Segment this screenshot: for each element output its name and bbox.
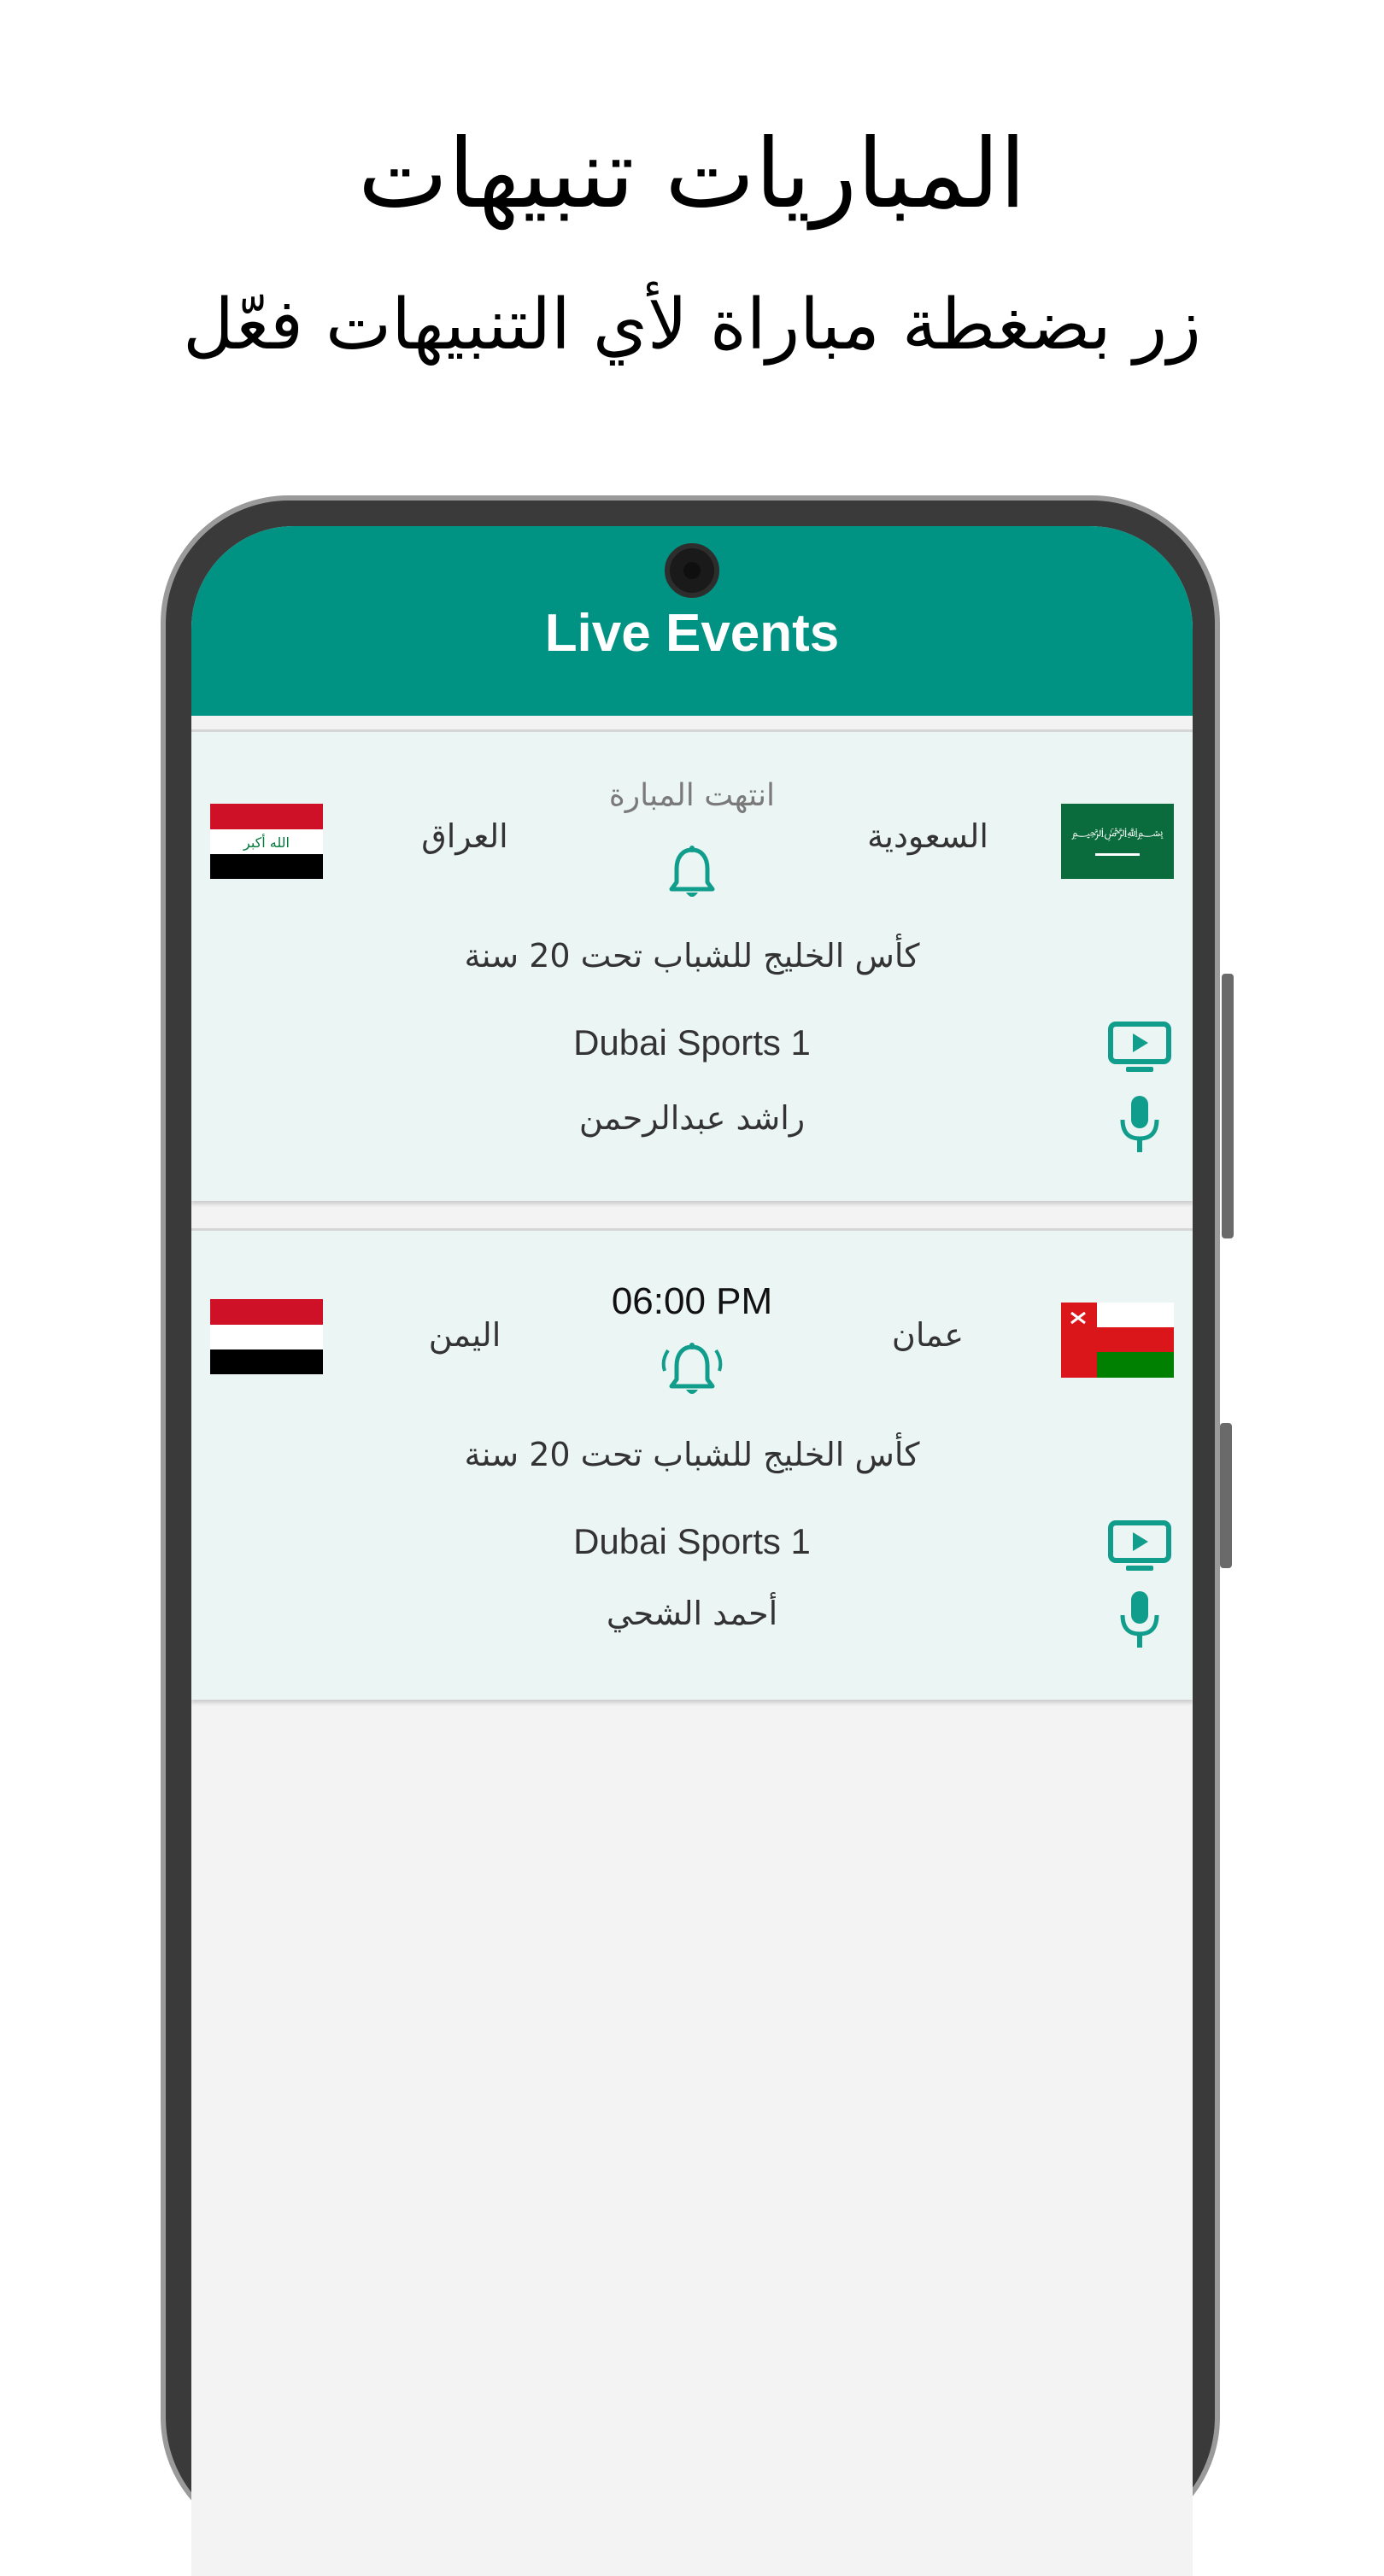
svg-text:الله أكبر: الله أكبر [243,834,290,852]
commentator-name: راشد عبدالرحمن [578,1099,806,1137]
match-card[interactable]: ﷽ السعودية انتهت المبارة العراق الله أكب… [191,729,1193,1201]
tv-play-icon [1107,1519,1172,1574]
phone-frame: Live Events ﷽ السعودية انتهت المبارة الع… [161,495,1234,2576]
phone-power-button [1222,974,1234,1238]
front-camera [665,543,719,598]
yemen-flag-icon [210,1299,323,1374]
tv-play-icon [1107,1021,1172,1075]
match-card[interactable]: عمان 06:00 PM اليمن كأس الخليج للشباب تح… [191,1228,1193,1700]
away-team-name: العراق [421,817,508,855]
oman-flag-icon [1061,1303,1174,1378]
match-time: 06:00 PM [611,1280,773,1322]
home-team-name: السعودية [867,817,988,855]
commentator-name: أحمد الشحي [606,1595,778,1632]
microphone-icon [1117,1590,1162,1651]
app-bar: Live Events [191,526,1193,716]
phone-volume-button [1220,1423,1232,1568]
league-name: كأس الخليج للشباب تحت 20 سنة [464,1436,920,1473]
saudi-flag-icon: ﷽ [1061,804,1174,879]
app-screen: Live Events ﷽ السعودية انتهت المبارة الع… [191,526,1193,2576]
bell-ringing-icon[interactable] [660,1342,724,1398]
promo-subtitle: زر بضغطة مباراة لأي التنبيهات فعّل [183,284,1201,366]
app-title: Live Events [544,604,840,663]
bell-icon[interactable] [666,845,718,901]
iraq-flag-icon: الله أكبر [210,804,323,879]
microphone-icon [1117,1094,1162,1156]
league-name: كأس الخليج للشباب تحت 20 سنة [464,937,920,975]
channel-name: Dubai Sports 1 [573,1521,811,1561]
svg-text:﷽: ﷽ [1071,826,1164,841]
promo-title: المباريات تنبيهات [357,119,1027,230]
match-status: انتهت المبارة [608,778,776,813]
away-team-name: اليمن [428,1316,501,1354]
channel-name: Dubai Sports 1 [573,1022,811,1063]
